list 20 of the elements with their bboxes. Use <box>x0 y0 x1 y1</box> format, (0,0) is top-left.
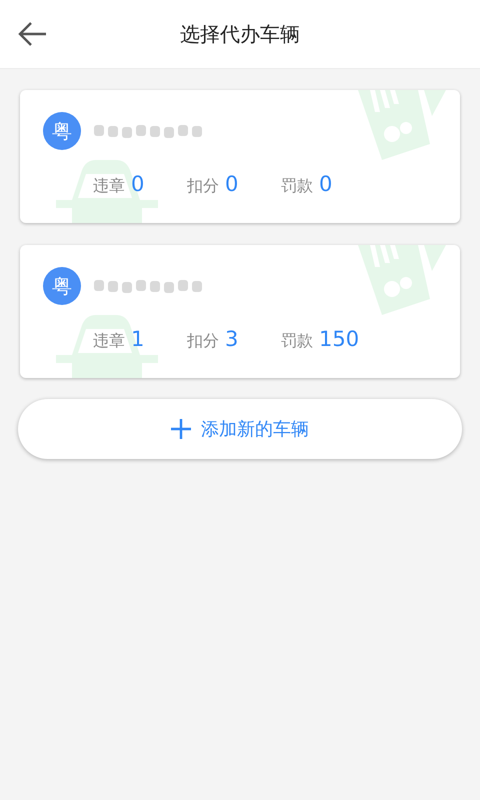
stat-value: 150 <box>319 327 360 351</box>
vehicle-card[interactable]: 粤 违章 0 扣分 0 罚款 0 <box>20 90 460 223</box>
stat-label: 扣分 <box>187 331 219 352</box>
province-badge: 粤 <box>43 112 81 150</box>
page-title: 选择代办车辆 <box>180 20 300 48</box>
stat-label: 违章 <box>93 176 125 197</box>
back-arrow-icon[interactable] <box>18 21 46 47</box>
stat-label: 违章 <box>93 331 125 352</box>
stat-value: 0 <box>131 172 144 196</box>
stat-label: 罚款 <box>281 176 313 197</box>
stat-value: 1 <box>131 327 144 351</box>
stat-label: 罚款 <box>281 331 313 352</box>
add-vehicle-button[interactable]: 添加新的车辆 <box>18 399 462 459</box>
stat-value: 0 <box>225 172 238 196</box>
stat-value: 0 <box>319 172 332 196</box>
plus-icon <box>171 419 191 439</box>
stat-value: 3 <box>225 327 238 351</box>
vehicle-card[interactable]: 粤 违章 1 扣分 3 罚款 150 <box>20 245 460 378</box>
stat-label: 扣分 <box>187 176 219 197</box>
province-badge: 粤 <box>43 267 81 305</box>
